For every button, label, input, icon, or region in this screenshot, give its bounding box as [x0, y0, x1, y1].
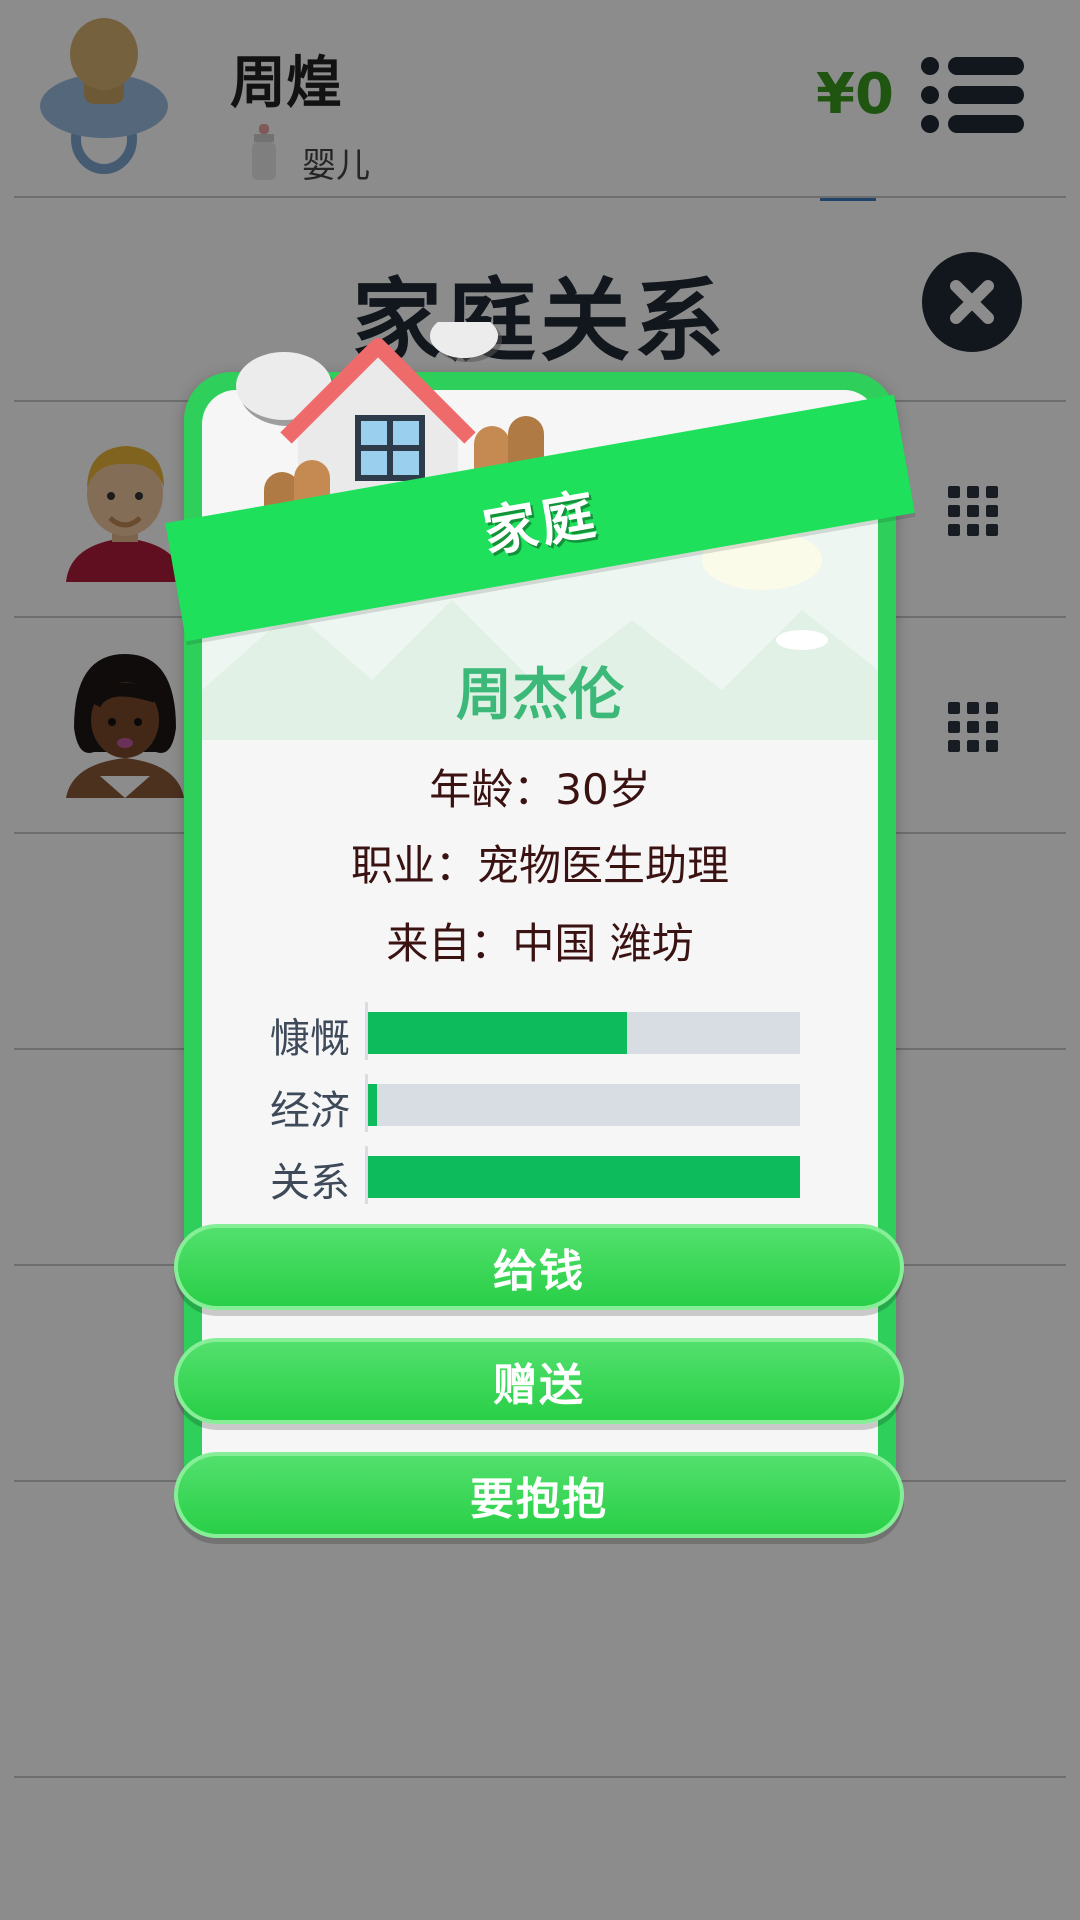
stat-bar-relationship: [368, 1156, 800, 1198]
stat-fill: [368, 1156, 800, 1198]
stat-label-relationship: 关系: [270, 1160, 350, 1206]
ask-hug-button[interactable]: 要抱抱: [174, 1452, 904, 1538]
stat-bar-finance: [368, 1084, 800, 1126]
member-age: 年龄：30岁: [429, 765, 651, 814]
member-name: 周杰伦: [456, 663, 624, 728]
give-gift-button[interactable]: 赠送: [174, 1338, 904, 1424]
member-origin: 来自：中国 潍坊: [386, 919, 694, 968]
give-money-button[interactable]: 给钱: [174, 1224, 904, 1310]
stat-label-generosity: 慷慨: [270, 1016, 350, 1062]
stat-fill: [368, 1084, 377, 1126]
stat-bar-generosity: [368, 1012, 800, 1054]
stat-label-finance: 经济: [270, 1088, 350, 1134]
banner-label: 家庭: [478, 481, 604, 565]
stat-fill: [368, 1012, 628, 1054]
member-occupation: 职业：宠物医生助理: [350, 841, 729, 890]
